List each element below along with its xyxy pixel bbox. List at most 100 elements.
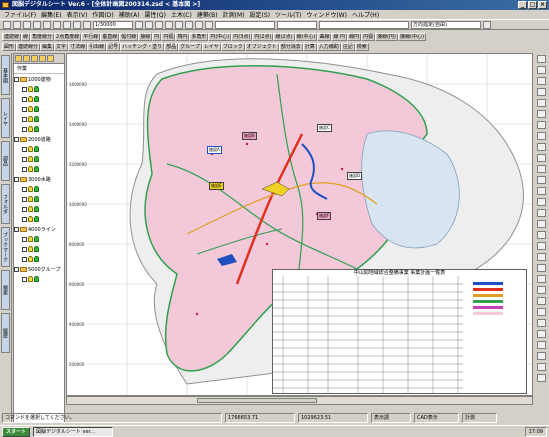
lock-icon[interactable] <box>34 206 39 212</box>
fillet-icon[interactable] <box>536 319 546 327</box>
layer-checkbox[interactable] <box>22 196 27 202</box>
redraw-icon[interactable] <box>165 20 173 29</box>
layer-row[interactable] <box>14 234 64 244</box>
layer-checkbox[interactable] <box>14 76 19 82</box>
properties-icon[interactable] <box>536 374 546 382</box>
menu-window[interactable]: ウィンドウ(W) <box>306 10 347 19</box>
layer-checkbox[interactable] <box>22 86 27 92</box>
layer-row[interactable] <box>14 254 64 264</box>
layer-add-icon[interactable] <box>47 55 54 62</box>
cmd-line-circle-2[interactable]: 線円 <box>347 32 362 41</box>
cmd-edit[interactable]: 編集 <box>40 42 55 51</box>
layer-checkbox[interactable] <box>22 256 27 262</box>
cad-display-mode[interactable]: CAD表示 <box>414 412 459 423</box>
layer-row[interactable] <box>14 94 64 104</box>
cmd-continuous[interactable]: 連続線分 <box>16 42 41 51</box>
layer-checkbox[interactable] <box>22 146 27 152</box>
bulb-icon[interactable] <box>28 236 33 242</box>
bulb-icon[interactable] <box>28 116 33 122</box>
layer-checkbox[interactable] <box>22 186 27 192</box>
close-button[interactable]: × <box>538 1 547 9</box>
zoom-out-icon[interactable] <box>145 20 153 29</box>
bulb-icon[interactable] <box>28 166 33 172</box>
bulb-icon[interactable] <box>28 186 33 192</box>
offset-icon[interactable] <box>536 308 546 316</box>
layer-checkbox[interactable] <box>22 106 27 112</box>
vtab-bookmark[interactable]: ブックマーク <box>1 227 10 267</box>
pen-select[interactable] <box>319 20 409 29</box>
layer-group[interactable]: 1000建物 <box>14 74 64 84</box>
lock-icon[interactable] <box>34 96 39 102</box>
cut-icon[interactable] <box>43 20 51 29</box>
dimension-icon[interactable] <box>536 209 546 217</box>
direction-select[interactable]: 方向指定(自由) <box>411 20 481 29</box>
bulb-icon[interactable] <box>28 276 33 282</box>
menu-civil[interactable]: 土木(C) <box>171 10 192 19</box>
scale-icon[interactable] <box>536 275 546 283</box>
lock-icon[interactable] <box>34 276 39 282</box>
bulb-icon[interactable] <box>28 246 33 252</box>
bulb-icon[interactable] <box>28 146 33 152</box>
vtab-folder[interactable]: フォルダ <box>1 184 10 224</box>
layer-row[interactable] <box>14 184 64 194</box>
paste-icon[interactable] <box>63 20 71 29</box>
vtab-base[interactable]: 基本図 <box>1 55 10 95</box>
color-icon[interactable] <box>205 20 213 29</box>
bulb-icon[interactable] <box>28 216 33 222</box>
text-icon[interactable] <box>536 176 546 184</box>
menu-settings[interactable]: 設定(S) <box>249 10 270 19</box>
pan-icon[interactable] <box>536 88 546 96</box>
map-label[interactable]: 施設A <box>207 146 222 154</box>
lock-icon[interactable] <box>34 106 39 112</box>
hatch-icon[interactable] <box>536 187 546 195</box>
line-width-select[interactable] <box>277 20 317 29</box>
map-label[interactable]: 施設D <box>347 172 363 180</box>
snap-icon[interactable] <box>536 132 546 140</box>
lock-icon[interactable] <box>34 196 39 202</box>
layer-icon[interactable] <box>536 154 546 162</box>
cmd-annotation[interactable]: 注記 <box>340 42 355 51</box>
bulb-icon[interactable] <box>28 96 33 102</box>
cmd-block[interactable]: ブロック <box>220 42 245 51</box>
mirror-icon[interactable] <box>536 264 546 272</box>
start-button[interactable]: スタート <box>2 426 31 437</box>
bulb-icon[interactable] <box>28 156 33 162</box>
menu-assist[interactable]: 補助(A) <box>119 10 140 19</box>
cmd-tangent-circle[interactable]: 接線(円) <box>375 32 398 41</box>
layer-row[interactable] <box>14 154 64 164</box>
cmd-figure[interactable]: 図形 <box>2 42 17 51</box>
layer-group[interactable]: 4000ライン <box>14 224 64 234</box>
new-file-icon[interactable] <box>3 20 11 29</box>
extend-icon[interactable] <box>536 297 546 305</box>
layer-checkbox[interactable] <box>14 226 19 232</box>
lock-icon[interactable] <box>34 166 39 172</box>
array-icon[interactable] <box>536 363 546 371</box>
cmd-calc[interactable]: 計算 <box>302 42 317 51</box>
layer-checkbox[interactable] <box>22 126 27 132</box>
cmd-two-point-angle[interactable]: 2点角度線 <box>54 32 82 41</box>
bulb-icon[interactable] <box>28 126 33 132</box>
layer-row[interactable] <box>14 274 64 284</box>
layer-icon[interactable] <box>195 20 203 29</box>
layer-row[interactable] <box>14 114 64 124</box>
break-icon[interactable] <box>536 341 546 349</box>
layer-checkbox[interactable] <box>14 176 19 182</box>
layer-checkbox[interactable] <box>22 156 27 162</box>
bulb-icon[interactable] <box>28 256 33 262</box>
lock-icon[interactable] <box>34 156 39 162</box>
copy-icon[interactable] <box>53 20 61 29</box>
lock-icon[interactable] <box>34 236 39 242</box>
cmd-circle-3pt[interactable]: 円(3点) <box>231 32 253 41</box>
layer-group[interactable]: 2000道路 <box>14 134 64 144</box>
lock-icon[interactable] <box>39 55 46 62</box>
cmd-tangent[interactable]: 接線 <box>138 32 153 41</box>
cmd-parallel[interactable]: 平行線 <box>81 32 101 41</box>
menu-view[interactable]: 表示(V) <box>67 10 88 19</box>
lock-icon[interactable] <box>34 116 39 122</box>
map-label[interactable]: 施設C <box>317 124 332 132</box>
layer-checkbox[interactable] <box>22 216 27 222</box>
map-label[interactable]: 施設E <box>209 182 224 190</box>
layer-checkbox[interactable] <box>22 206 27 212</box>
drawing-canvas[interactable]: 1600000 1400000 1200000 1000000 800000 6… <box>66 53 533 396</box>
menu-attribute[interactable]: 属性(Q) <box>145 10 166 19</box>
